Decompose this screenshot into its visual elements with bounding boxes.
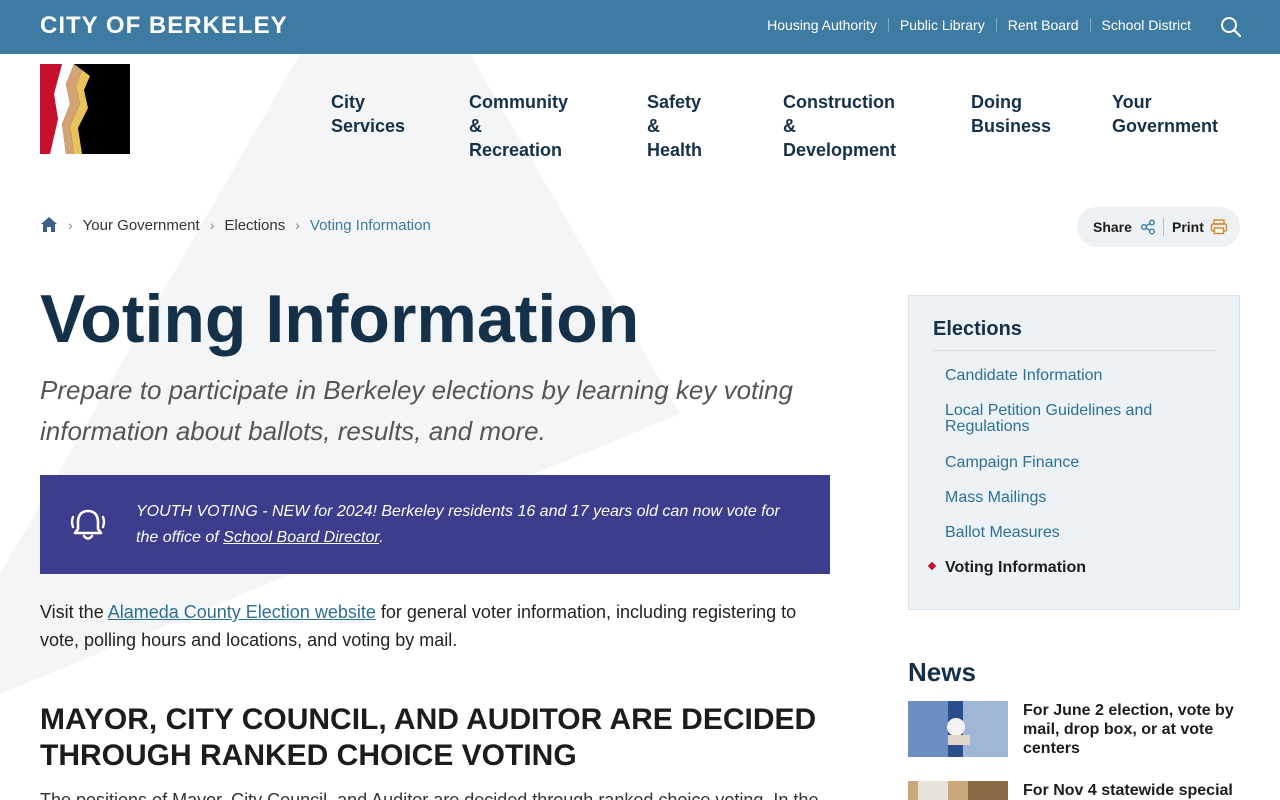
home-icon[interactable] <box>40 216 58 234</box>
top-links: Housing Authority Public Library Rent Bo… <box>767 17 1191 33</box>
divider <box>887 18 889 32</box>
top-link-public-library[interactable]: Public Library <box>900 17 985 33</box>
news-heading: News <box>908 657 976 687</box>
top-link-school-district[interactable]: School District <box>1102 17 1191 33</box>
elections-sidebar: Elections Candidate Information Local Pe… <box>908 295 1240 610</box>
nav-your-government[interactable]: Your Government <box>1112 90 1218 138</box>
alameda-county-election-link[interactable]: Alameda County Election website <box>108 602 376 622</box>
sidebar-item-ballot-measures[interactable]: Ballot Measures <box>945 525 1205 541</box>
printer-icon <box>1210 219 1228 235</box>
share-print-bar: Share Print <box>1077 207 1240 247</box>
bell-icon <box>70 509 106 540</box>
print-label: Print <box>1172 219 1204 235</box>
news-thumbnail[interactable] <box>908 701 1008 757</box>
divider <box>1089 18 1091 32</box>
school-board-director-link[interactable]: School Board Director <box>223 529 379 546</box>
intro-lead: Visit the <box>40 602 108 622</box>
city-logo[interactable] <box>40 64 130 154</box>
news-item-title[interactable]: For Nov 4 statewide special <box>1023 781 1238 800</box>
divider <box>933 350 1217 351</box>
breadcrumb-current: Voting Information <box>309 216 431 234</box>
breadcrumb-elections[interactable]: Elections <box>224 217 285 234</box>
intro-paragraph: Visit the Alameda County Election websit… <box>40 598 820 654</box>
youth-voting-alert: YOUTH VOTING - NEW for 2024! Berkeley re… <box>40 475 830 574</box>
page-subtitle: Prepare to participate in Berkeley elect… <box>40 375 793 446</box>
nav-construction-development[interactable]: Construction & Development <box>783 90 896 162</box>
page-title: Voting Information <box>40 281 640 357</box>
print-button[interactable]: Print <box>1172 219 1228 235</box>
section-body-text: The positions of Mayor, City Council, an… <box>40 790 819 800</box>
nav-city-services[interactable]: City Services <box>331 90 405 138</box>
share-button[interactable]: Share <box>1093 219 1156 235</box>
chevron-right-icon: › <box>209 217 215 233</box>
top-link-rent-board[interactable]: Rent Board <box>1008 17 1079 33</box>
alert-text-end: . <box>379 529 384 546</box>
nav-doing-business[interactable]: Doing Business <box>971 90 1051 138</box>
top-bar: CITY OF BERKELEY Housing Authority Publi… <box>0 0 1280 54</box>
sidebar-item-voting-information[interactable]: Voting Information <box>945 560 1205 576</box>
alert-text: YOUTH VOTING - NEW for 2024! Berkeley re… <box>136 499 796 551</box>
sidebar-item-candidate-information[interactable]: Candidate Information <box>945 368 1205 384</box>
nav-community-recreation[interactable]: Community & Recreation <box>469 90 568 162</box>
sidebar-item-mass-mailings[interactable]: Mass Mailings <box>945 490 1205 506</box>
share-label: Share <box>1093 219 1132 235</box>
chevron-right-icon: › <box>68 217 73 233</box>
chevron-right-icon: › <box>295 217 300 233</box>
top-link-housing-authority[interactable]: Housing Authority <box>767 17 877 33</box>
breadcrumb: › Your Government › Elections › Voting I… <box>40 216 431 234</box>
active-marker <box>927 561 937 571</box>
divider <box>995 18 997 32</box>
share-icon <box>1140 219 1155 235</box>
site-brand[interactable]: CITY OF BERKELEY <box>40 12 288 40</box>
breadcrumb-your-government[interactable]: Your Government <box>83 217 200 234</box>
news-item-title[interactable]: For June 2 election, vote by mail, drop … <box>1023 701 1238 758</box>
news-thumbnail[interactable] <box>908 781 1008 800</box>
sidebar-heading[interactable]: Elections <box>933 318 1022 341</box>
divider <box>1163 218 1164 236</box>
nav-safety-health[interactable]: Safety & Health <box>647 90 702 162</box>
search-icon[interactable] <box>1220 16 1242 38</box>
section-heading: MAYOR, CITY COUNCIL, AND AUDITOR ARE DEC… <box>40 703 817 772</box>
sidebar-item-campaign-finance[interactable]: Campaign Finance <box>945 455 1205 471</box>
sidebar-item-local-petition-guidelines[interactable]: Local Petition Guidelines and Regulation… <box>945 403 1205 435</box>
